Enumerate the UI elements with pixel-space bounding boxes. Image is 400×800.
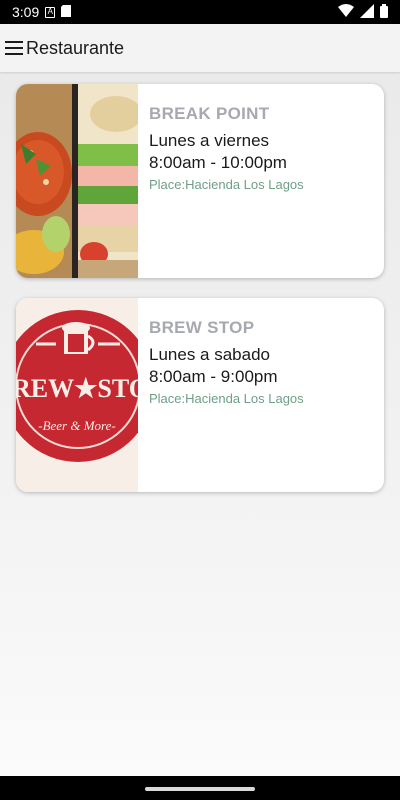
status-right — [338, 3, 388, 21]
hamburger-menu-icon[interactable] — [4, 38, 24, 58]
wifi-icon — [338, 3, 354, 21]
restaurant-info: BREAK POINT Lunes a viernes 8:00am - 10:… — [138, 84, 304, 278]
restaurant-hours: 8:00am - 10:00pm — [149, 153, 287, 172]
home-gesture-handle[interactable] — [145, 787, 255, 791]
status-bar: 3:09 A — [0, 0, 400, 24]
restaurant-hours: 8:00am - 9:00pm — [149, 367, 278, 386]
navigation-bar — [0, 776, 400, 800]
restaurant-card-brew-stop[interactable]: REW★STO -Beer & More- BREW STOP Lunes a … — [16, 298, 384, 492]
restaurant-name: BREAK POINT — [149, 104, 270, 123]
restaurant-place: Place:Hacienda Los Lagos — [149, 391, 304, 406]
brew-stop-logo: REW★STO -Beer & More- — [16, 298, 138, 492]
status-left: 3:09 A — [12, 4, 72, 20]
restaurant-place: Place:Hacienda Los Lagos — [149, 177, 304, 192]
battery-icon — [380, 3, 388, 21]
restaurant-card-break-point[interactable]: BREAK POINT Lunes a viernes 8:00am - 10:… — [16, 84, 384, 278]
brew-stop-tagline: -Beer & More- — [38, 418, 116, 433]
sd-card-icon — [61, 4, 72, 20]
brew-stop-logo-text: REW★STO — [16, 374, 138, 403]
signal-icon — [360, 3, 374, 21]
status-time: 3:09 — [12, 4, 40, 20]
restaurant-info: BREW STOP Lunes a sabado 8:00am - 9:00pm… — [138, 298, 304, 492]
app-bar: Restaurante — [0, 24, 400, 72]
restaurant-days: Lunes a viernes — [149, 131, 270, 150]
food-photo — [16, 84, 138, 278]
restaurant-name: BREW STOP — [149, 318, 255, 337]
restaurant-days: Lunes a sabado — [149, 345, 270, 364]
notification-a-icon: A — [45, 6, 56, 18]
page-title: Restaurante — [26, 37, 125, 58]
screen: Restaurante BREAK POINT Lunes a viernes … — [0, 24, 400, 776]
